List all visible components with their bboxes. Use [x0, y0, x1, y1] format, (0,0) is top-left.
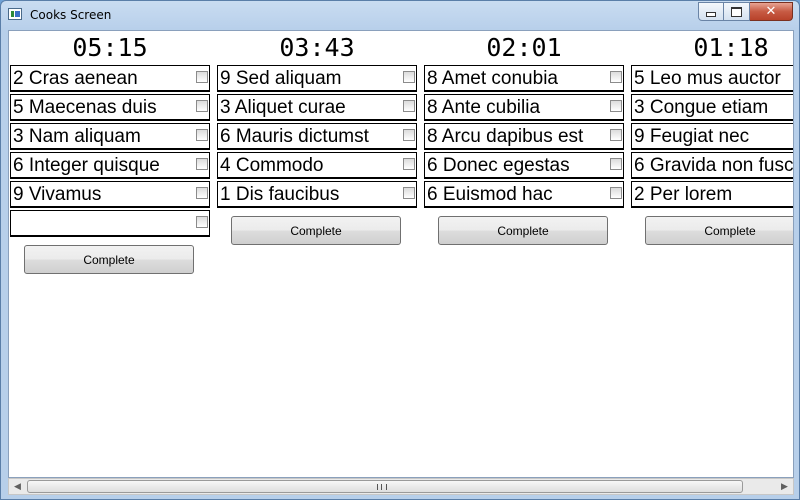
complete-order-button[interactable]: Complete: [24, 245, 194, 274]
item-done-checkbox[interactable]: [196, 71, 208, 83]
order-item-row: 2 Per lorem: [631, 181, 793, 208]
horizontal-scrollbar[interactable]: ◀ ▶: [8, 478, 794, 495]
close-icon: ✕: [765, 4, 777, 19]
item-done-checkbox[interactable]: [403, 158, 415, 170]
complete-order-button[interactable]: Complete: [438, 216, 608, 245]
item-done-checkbox[interactable]: [403, 129, 415, 141]
order-item-label: 1 Dis faucibus: [220, 184, 340, 205]
item-done-checkbox[interactable]: [196, 129, 208, 141]
order-item-row: 8 Ante cubilia: [424, 94, 624, 121]
complete-order-button[interactable]: Complete: [231, 216, 401, 245]
item-done-checkbox[interactable]: [610, 100, 622, 112]
order-item-row: 6 Integer quisque: [10, 152, 210, 179]
order-item-label: 6 Euismod hac: [427, 184, 553, 205]
order-item-row: 9 Vivamus: [10, 181, 210, 208]
maximize-button[interactable]: [724, 2, 750, 21]
order-item-label: 6 Mauris dictumst: [220, 126, 369, 147]
order-item-row: 3 Congue etiam: [631, 94, 793, 121]
scroll-left-arrow-icon[interactable]: ◀: [9, 479, 26, 494]
order-item-label: 3 Aliquet curae: [220, 97, 346, 118]
order-item-row: 9 Feugiat nec: [631, 123, 793, 150]
item-done-checkbox[interactable]: [610, 187, 622, 199]
order-item-label: 5 Leo mus auctor: [634, 68, 781, 89]
cooks-screen-window: Cooks Screen ✕ 05:15 2 Cras aenean 5 Mae…: [0, 0, 800, 500]
order-item-row: 3 Aliquet curae: [217, 94, 417, 121]
order-item-label: 3 Nam aliquam: [13, 126, 141, 147]
order-item-label: 2 Per lorem: [634, 184, 733, 205]
order-ticket-3: 02:01 8 Amet conubia 8 Ante cubilia 8 Ar…: [424, 31, 624, 210]
item-done-checkbox[interactable]: [196, 216, 208, 228]
window-title: Cooks Screen: [30, 8, 112, 22]
app-icon: [8, 8, 22, 20]
item-done-checkbox[interactable]: [610, 158, 622, 170]
order-item-label: 9 Vivamus: [13, 184, 102, 205]
window-controls: ✕: [698, 2, 793, 21]
order-timer: 03:43: [279, 33, 355, 62]
title-bar[interactable]: Cooks Screen ✕: [1, 1, 799, 29]
order-item-label: 8 Ante cubilia: [427, 97, 541, 118]
item-done-checkbox[interactable]: [403, 187, 415, 199]
order-item-row: 8 Amet conubia: [424, 65, 624, 92]
item-done-checkbox[interactable]: [196, 158, 208, 170]
order-timer: 01:18: [693, 33, 769, 62]
order-item-row: 6 Gravida non fusc: [631, 152, 794, 179]
order-timer: 02:01: [486, 33, 562, 62]
minimize-icon: [706, 11, 716, 17]
item-done-checkbox[interactable]: [610, 129, 622, 141]
order-ticket-2: 03:43 9 Sed aliquam 3 Aliquet curae 6 Ma…: [217, 31, 417, 210]
order-item-label: 9 Feugiat nec: [634, 126, 750, 147]
order-item-label: 6 Donec egestas: [427, 155, 570, 176]
item-done-checkbox[interactable]: [403, 71, 415, 83]
order-item-row: 1 Dis faucibus: [217, 181, 417, 208]
order-item-label: 8 Arcu dapibus est: [427, 126, 584, 147]
order-timer: 05:15: [72, 33, 148, 62]
order-item-row: [10, 210, 210, 237]
order-item-row: 8 Arcu dapibus est: [424, 123, 624, 150]
scrollbar-thumb[interactable]: [27, 480, 743, 493]
order-item-row: 3 Nam aliquam: [10, 123, 210, 150]
order-item-row: 9 Sed aliquam: [217, 65, 417, 92]
item-done-checkbox[interactable]: [196, 100, 208, 112]
orders-panel: 05:15 2 Cras aenean 5 Maecenas duis 3 Na…: [8, 30, 794, 478]
order-item-label: 2 Cras aenean: [13, 68, 138, 89]
maximize-icon: [731, 6, 742, 17]
order-item-row: 6 Donec egestas: [424, 152, 624, 179]
order-item-label: 9 Sed aliquam: [220, 68, 342, 89]
order-item-row: 5 Maecenas duis: [10, 94, 210, 121]
order-item-row: 5 Leo mus auctor: [631, 65, 793, 92]
order-item-label: 6 Gravida non fusc: [634, 155, 794, 176]
complete-order-button[interactable]: Complete: [645, 216, 793, 245]
grip-icon: [377, 484, 387, 490]
order-item-label: 8 Amet conubia: [427, 68, 558, 89]
item-done-checkbox[interactable]: [610, 71, 622, 83]
order-item-row: 4 Commodo: [217, 152, 417, 179]
order-item-label: 4 Commodo: [220, 155, 324, 176]
scroll-right-arrow-icon[interactable]: ▶: [776, 479, 793, 494]
item-done-checkbox[interactable]: [196, 187, 208, 199]
order-item-label: 3 Congue etiam: [634, 97, 769, 118]
order-item-row: 6 Euismod hac: [424, 181, 624, 208]
order-item-row: 6 Mauris dictumst: [217, 123, 417, 150]
order-item-label: 5 Maecenas duis: [13, 97, 157, 118]
order-ticket-4: 01:18 5 Leo mus auctor 3 Congue etiam 9 …: [631, 31, 794, 210]
order-item-row: 2 Cras aenean: [10, 65, 210, 92]
order-ticket-1: 05:15 2 Cras aenean 5 Maecenas duis 3 Na…: [10, 31, 210, 239]
minimize-button[interactable]: [698, 2, 724, 21]
close-button[interactable]: ✕: [750, 2, 793, 21]
item-done-checkbox[interactable]: [403, 100, 415, 112]
order-item-label: 6 Integer quisque: [13, 155, 160, 176]
